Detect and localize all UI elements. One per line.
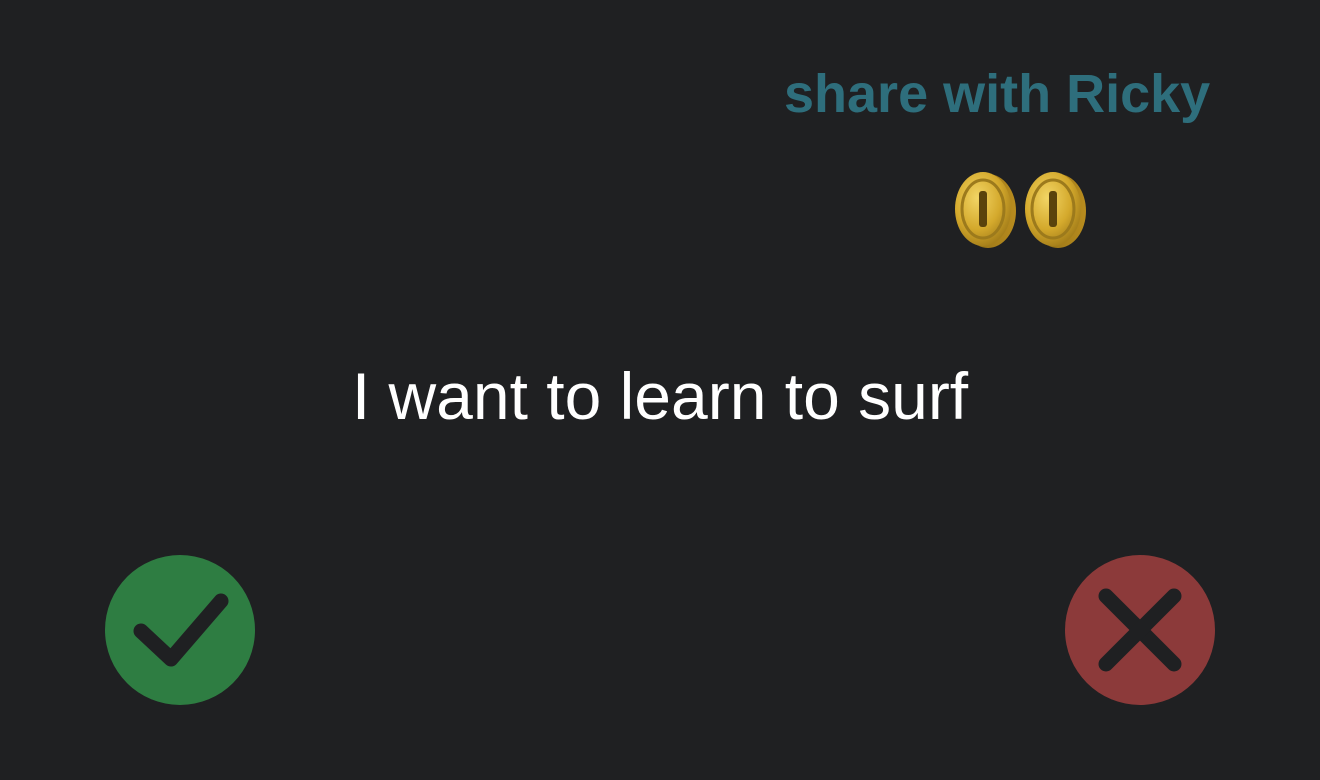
gold-coin-icon [1025,172,1086,248]
checkmark-icon [133,593,229,667]
gold-coin-icon [955,172,1016,248]
coin-counter [952,170,1092,250]
reject-button[interactable] [1065,555,1215,705]
close-icon [1098,588,1182,672]
prompt-text: I want to learn to surf [351,359,969,433]
game-screen: share with Ricky I want to learn to surf [0,0,1320,780]
share-with-label: share with Ricky [784,64,1211,124]
accept-button[interactable] [105,555,255,705]
